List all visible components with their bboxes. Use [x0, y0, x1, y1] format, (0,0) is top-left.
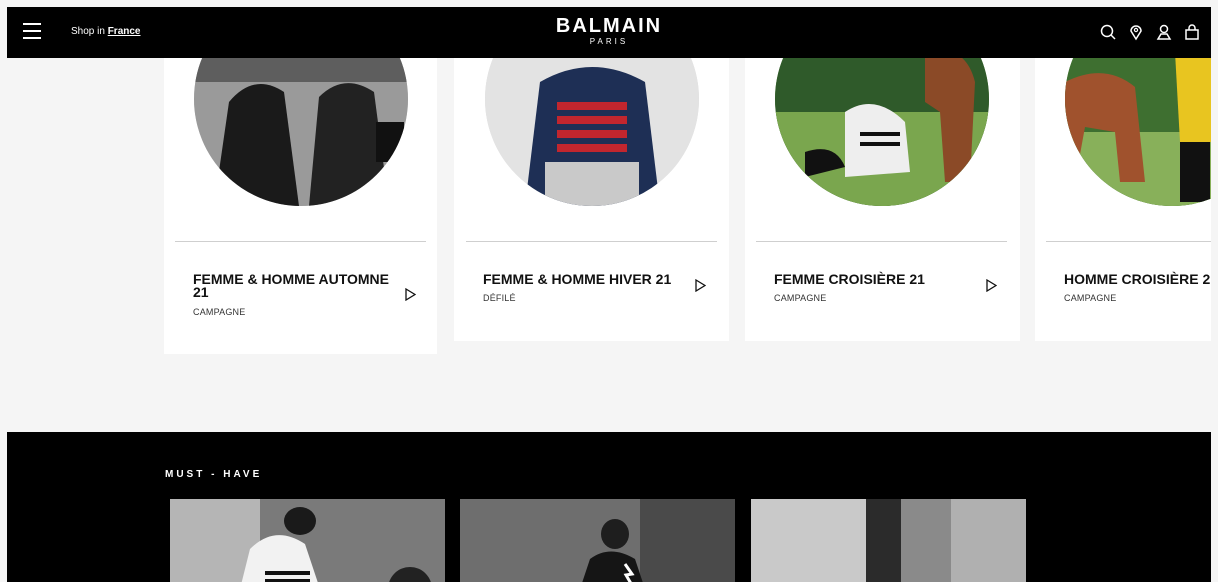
collections-carousel: FEMME & HOMME AUTOMNE 21 CAMPAGNE FEMME … — [7, 58, 1211, 432]
brand-city: PARIS — [589, 37, 629, 46]
collection-title: FEMME & HOMME AUTOMNE 21 — [193, 271, 389, 300]
must-have-tile[interactable] — [170, 499, 445, 582]
collection-title: HOMME CROISIÈRE 21 — [1064, 271, 1211, 287]
collection-subtitle: CAMPAGNE — [774, 293, 827, 303]
collection-card[interactable]: HOMME CROISIÈRE 21 CAMPAGNE — [1035, 58, 1211, 341]
card-divider — [466, 241, 717, 242]
collection-image — [1065, 58, 1211, 206]
account-icon[interactable] — [1155, 23, 1173, 41]
play-icon[interactable] — [404, 288, 416, 301]
play-icon[interactable] — [694, 279, 706, 292]
collection-subtitle: DÉFILÉ — [483, 293, 516, 303]
header-actions — [1099, 23, 1201, 41]
site-header: Shop in France BALMAIN PARIS — [7, 7, 1211, 58]
collection-image — [194, 58, 408, 206]
must-have-section: MUST - HAVE — [7, 432, 1211, 582]
collection-title: FEMME & HOMME HIVER 21 — [483, 271, 672, 287]
search-icon[interactable] — [1099, 23, 1117, 41]
collection-title: FEMME CROISIÈRE 21 — [774, 271, 925, 287]
collection-subtitle: CAMPAGNE — [193, 307, 246, 317]
location-icon[interactable] — [1127, 23, 1145, 41]
collection-image — [775, 58, 989, 206]
must-have-tile[interactable] — [751, 499, 1026, 582]
section-heading: MUST - HAVE — [165, 469, 263, 480]
card-divider — [175, 241, 426, 242]
collection-subtitle: CAMPAGNE — [1064, 293, 1117, 303]
must-have-tile[interactable] — [460, 499, 735, 582]
play-icon[interactable] — [985, 279, 997, 292]
card-divider — [1046, 241, 1211, 242]
collection-card[interactable]: FEMME CROISIÈRE 21 CAMPAGNE — [745, 58, 1020, 341]
collection-image — [485, 58, 699, 206]
brand-name: BALMAIN — [555, 15, 663, 37]
shopping-bag-icon[interactable] — [1183, 23, 1201, 41]
card-divider — [756, 241, 1007, 242]
collection-card[interactable]: FEMME & HOMME AUTOMNE 21 CAMPAGNE — [164, 58, 437, 354]
collection-card[interactable]: FEMME & HOMME HIVER 21 DÉFILÉ — [454, 58, 729, 341]
brand-logo[interactable]: BALMAIN PARIS — [7, 15, 1211, 47]
